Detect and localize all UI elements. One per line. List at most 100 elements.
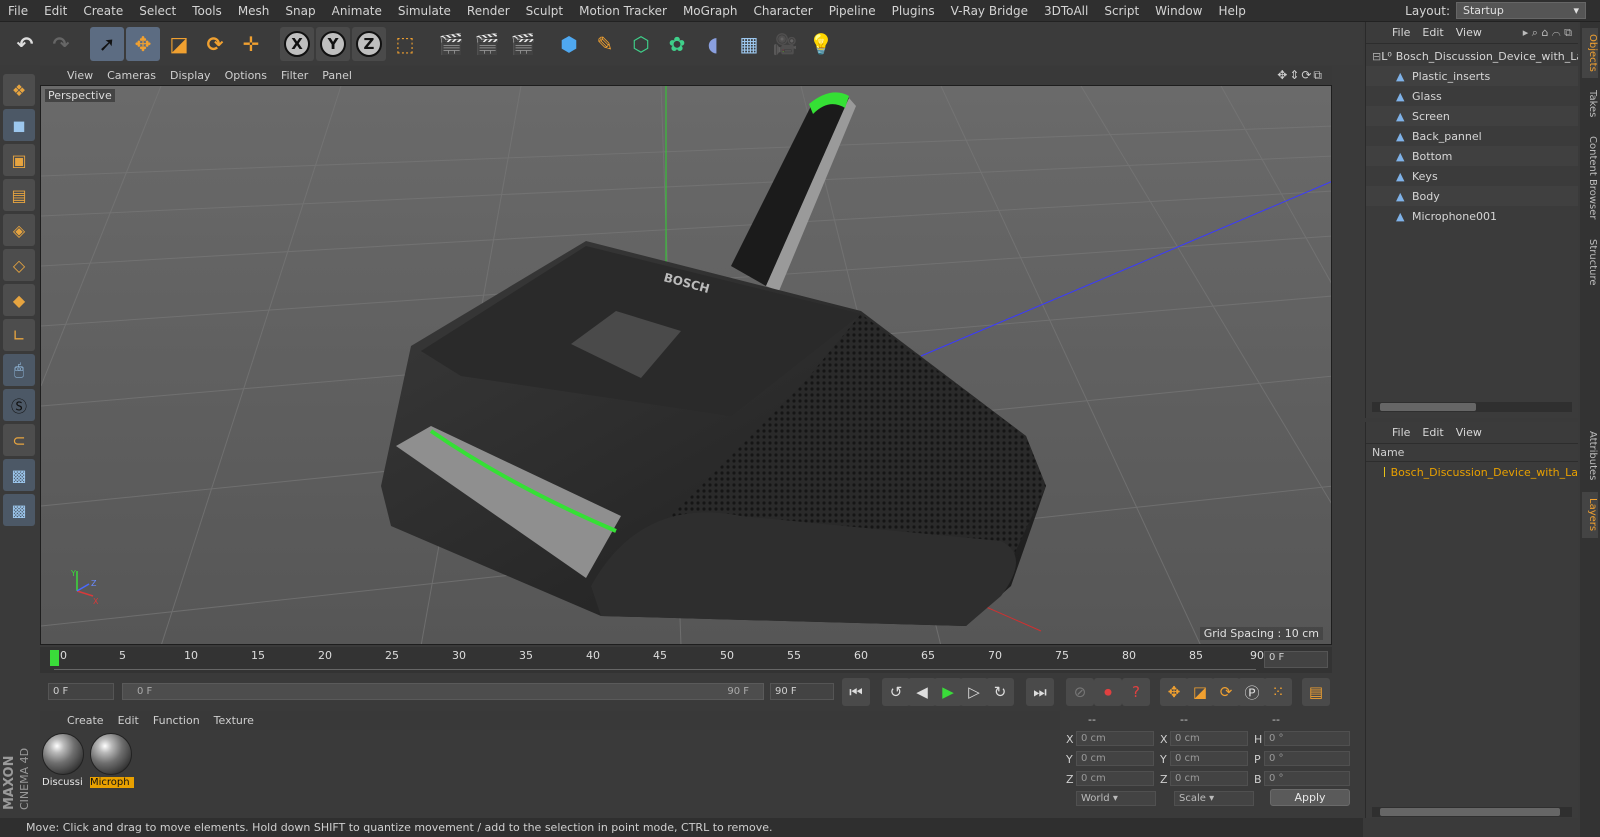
viewport-menu-display[interactable]: Display — [163, 69, 218, 82]
layer-menu-edit[interactable]: Edit — [1416, 426, 1449, 439]
coordinate-system-button[interactable]: ⬚ — [388, 27, 422, 61]
size-z-field[interactable]: 0 cm — [1170, 771, 1248, 786]
autokey-button[interactable]: ? — [1122, 678, 1150, 706]
start-frame-field[interactable]: 0 F — [48, 683, 114, 700]
menu-simulate[interactable]: Simulate — [390, 4, 459, 18]
snap-button[interactable]: ⊂ — [3, 424, 35, 456]
position-x-field[interactable]: 0 cm — [1076, 731, 1154, 746]
material-swatch[interactable]: Discussi — [42, 733, 86, 791]
axis-y-button[interactable]: Y — [316, 26, 350, 61]
previous-key-button[interactable]: ↺ — [882, 678, 910, 706]
menu-vray-bridge[interactable]: V-Ray Bridge — [943, 4, 1036, 18]
menu-script[interactable]: Script — [1096, 4, 1147, 18]
frame-range-slider[interactable]: 0 F 90 F — [122, 683, 764, 700]
next-frame-button[interactable]: ▷ — [960, 678, 988, 706]
tab-takes[interactable]: Takes — [1582, 84, 1598, 124]
tab-layers[interactable]: Layers — [1582, 492, 1598, 538]
cube-button[interactable]: ⬢ — [552, 27, 586, 61]
record-scale-button[interactable]: ◪ — [1186, 678, 1214, 706]
light-button[interactable]: 💡 — [804, 27, 838, 61]
tab-objects[interactable]: Objects — [1582, 28, 1598, 78]
rotation-b-field[interactable]: 0 ° — [1264, 771, 1350, 786]
scale-tool-button[interactable]: ◪ — [162, 27, 196, 61]
position-y-field[interactable]: 0 cm — [1076, 751, 1154, 766]
coord-system-dropdown[interactable]: World ▾ — [1076, 791, 1156, 806]
timeline-ruler[interactable]: 0 5 10 15 20 25 30 35 40 45 50 55 60 65 … — [40, 647, 1332, 673]
menu-mesh[interactable]: Mesh — [230, 4, 278, 18]
object-manager-scrollbar[interactable] — [1372, 402, 1572, 412]
object-tree-item[interactable]: ▲ Keys — [1366, 166, 1578, 186]
planar-workplane-button[interactable]: ▩ — [3, 494, 35, 526]
viewport-navigation-icons[interactable]: ✥⇕⟳⧉ — [1277, 68, 1324, 83]
cloner-button[interactable]: ✿ — [660, 27, 694, 61]
layer-menu-file[interactable]: File — [1386, 426, 1416, 439]
menu-edit[interactable]: Edit — [36, 4, 75, 18]
floor-button[interactable]: ▦ — [732, 27, 766, 61]
size-y-field[interactable]: 0 cm — [1170, 751, 1248, 766]
material-swatch[interactable]: Microph — [90, 733, 134, 791]
rotation-p-field[interactable]: 0 ° — [1264, 751, 1350, 766]
object-tree-item[interactable]: ▲ Microphone001 — [1366, 206, 1578, 226]
layer-item[interactable]: Bosch_Discussion_Device_with_La — [1366, 462, 1578, 482]
scrollbar-thumb[interactable] — [1380, 403, 1476, 411]
timeline-playhead[interactable] — [50, 650, 59, 666]
layout-dropdown[interactable]: Startup ▾ — [1456, 2, 1586, 19]
menu-render[interactable]: Render — [459, 4, 518, 18]
material-menu-create[interactable]: Create — [60, 714, 111, 727]
axis-x-button[interactable]: X — [280, 26, 314, 61]
object-tree-item[interactable]: ▲ Bottom — [1366, 146, 1578, 166]
live-selection-button[interactable]: ➚ — [90, 26, 124, 61]
end-frame-field[interactable]: 90 F — [770, 683, 834, 700]
size-x-field[interactable]: 0 cm — [1170, 731, 1248, 746]
points-mode-button[interactable]: ◈ — [3, 214, 35, 246]
enable-axis-button[interactable]: ∟ — [3, 319, 35, 351]
menu-tools[interactable]: Tools — [184, 4, 230, 18]
menu-snap[interactable]: Snap — [277, 4, 323, 18]
layer-menu-view[interactable]: View — [1450, 426, 1488, 439]
recent-tool-button[interactable]: ✛ — [234, 27, 268, 61]
viewport-menu-panel[interactable]: Panel — [315, 69, 359, 82]
current-frame-field[interactable]: 0 F — [1264, 651, 1328, 668]
layer-manager-scrollbar[interactable] — [1372, 807, 1572, 817]
go-to-start-button[interactable]: ⏮ — [842, 678, 870, 706]
object-menu-edit[interactable]: Edit — [1416, 26, 1449, 39]
viewport-menu-options[interactable]: Options — [218, 69, 274, 82]
object-tree-item[interactable]: ▲ Glass — [1366, 86, 1578, 106]
record-parameter-button[interactable]: Ⓟ — [1238, 678, 1266, 706]
make-editable-button[interactable]: ❖ — [3, 74, 35, 106]
axis-z-button[interactable]: Z — [352, 26, 386, 61]
menu-file[interactable]: File — [0, 4, 36, 18]
go-to-end-button[interactable]: ⏭ — [1026, 678, 1054, 706]
material-menu-function[interactable]: Function — [146, 714, 207, 727]
viewport-menu-cameras[interactable]: Cameras — [100, 69, 163, 82]
position-z-field[interactable]: 0 cm — [1076, 771, 1154, 786]
subdivision-button[interactable]: ⬡ — [624, 27, 658, 61]
tweak-mode-button[interactable]: 🖱 — [3, 354, 35, 386]
play-button[interactable]: ▶ — [934, 678, 962, 706]
next-key-button[interactable]: ↻ — [986, 678, 1014, 706]
render-view-button[interactable]: 🎬 — [434, 27, 468, 61]
rotate-tool-button[interactable]: ⟳ — [198, 27, 232, 61]
edges-mode-button[interactable]: ◇ — [3, 249, 35, 281]
menu-motion-tracker[interactable]: Motion Tracker — [571, 4, 675, 18]
menu-create[interactable]: Create — [75, 4, 131, 18]
3d-viewport[interactable]: BOSCH Y X Z Perspective Grid Spacing : 1… — [40, 85, 1332, 645]
menu-sculpt[interactable]: Sculpt — [518, 4, 571, 18]
lock-workplane-button[interactable]: ▩ — [3, 459, 35, 491]
object-tree-item[interactable]: ▲ Plastic_inserts — [1366, 66, 1578, 86]
viewport-menu-filter[interactable]: Filter — [274, 69, 315, 82]
menu-mograph[interactable]: MoGraph — [675, 4, 746, 18]
scrollbar-thumb[interactable] — [1380, 808, 1560, 816]
previous-frame-button[interactable]: ◀ — [908, 678, 936, 706]
size-mode-dropdown[interactable]: Scale ▾ — [1174, 791, 1254, 806]
apply-button[interactable]: Apply — [1270, 789, 1350, 806]
render-picture-viewer-button[interactable]: 🎬 — [470, 27, 504, 61]
deformer-button[interactable]: ◖ — [696, 27, 730, 61]
move-tool-button[interactable]: ✥ — [126, 26, 160, 61]
material-menu-edit[interactable]: Edit — [111, 714, 146, 727]
texture-mode-button[interactable]: ▣ — [3, 144, 35, 176]
object-menu-file[interactable]: File — [1386, 26, 1416, 39]
camera-button[interactable]: 🎥 — [768, 27, 802, 61]
record-button[interactable]: ⏺ — [1094, 678, 1122, 706]
material-menu-texture[interactable]: Texture — [207, 714, 261, 727]
